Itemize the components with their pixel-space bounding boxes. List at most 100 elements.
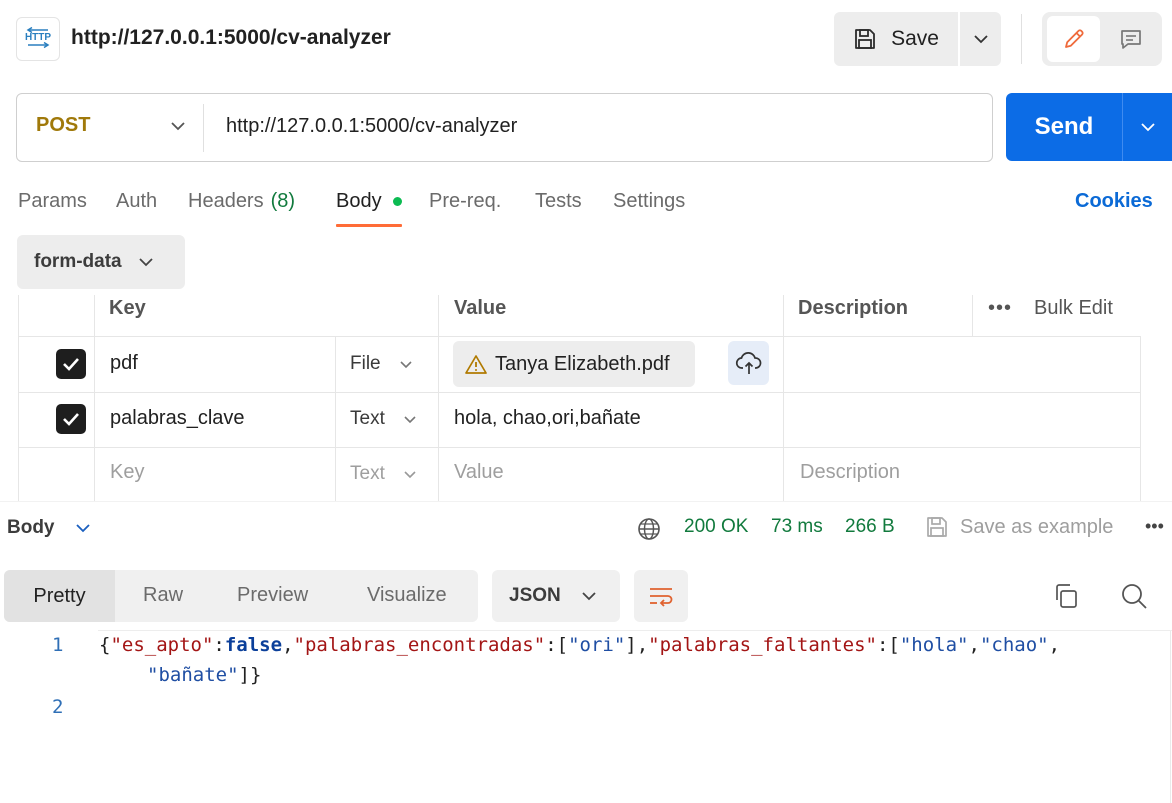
tab-settings[interactable]: Settings: [613, 190, 685, 213]
tab-params[interactable]: Params: [18, 190, 87, 213]
new-type-label: Text: [350, 463, 385, 484]
table-border: [972, 295, 973, 336]
json-key: "palabras_encontradas": [293, 634, 546, 656]
new-key-input[interactable]: Key: [110, 461, 144, 484]
active-tab-underline: [336, 224, 402, 227]
more-options-icon[interactable]: •••: [1145, 516, 1164, 537]
json-punct: ,: [282, 634, 294, 656]
new-value-input[interactable]: Value: [454, 461, 504, 484]
send-options-button[interactable]: [1123, 93, 1172, 161]
language-label: JSON: [509, 585, 561, 606]
header-divider: [1021, 14, 1022, 64]
tab-tests[interactable]: Tests: [535, 190, 582, 213]
json-punct: :[: [545, 634, 569, 656]
row-value[interactable]: hola, chao,ori,bañate: [454, 407, 641, 430]
file-chip[interactable]: Tanya Elizabeth.pdf: [453, 341, 695, 387]
json-punct: ],: [625, 634, 649, 656]
code-top-border: [98, 630, 1172, 631]
checkmark-icon: [63, 358, 79, 371]
response-size[interactable]: 266 B: [845, 516, 895, 538]
json-string: "ori": [568, 634, 626, 656]
new-description-input[interactable]: Description: [800, 461, 900, 484]
table-border: [1140, 336, 1141, 501]
globe-icon[interactable]: [637, 517, 661, 546]
row-type-label: Text: [350, 408, 385, 429]
body-indicator-dot: [393, 197, 402, 206]
request-title[interactable]: http://127.0.0.1:5000/cv-analyzer: [71, 26, 391, 50]
save-icon: [925, 515, 949, 544]
save-as-example-button[interactable]: Save as example: [960, 516, 1113, 539]
send-button[interactable]: Send: [1006, 93, 1122, 161]
wrap-lines-button[interactable]: [634, 570, 688, 622]
checkmark-icon: [63, 413, 79, 426]
wrap-lines-icon: [650, 588, 673, 607]
http-request-icon: HTTP: [16, 17, 60, 61]
json-string: "bañate": [147, 664, 239, 686]
upload-button[interactable]: [728, 341, 769, 385]
save-options-button[interactable]: [960, 12, 1001, 66]
view-raw-tab[interactable]: Raw: [143, 584, 183, 607]
json-key: "palabras_faltantes": [648, 634, 877, 656]
code-line-1[interactable]: {"es_apto":false,"palabras_encontradas":…: [99, 634, 1060, 656]
json-string: "hola": [899, 634, 969, 656]
warning-icon: [465, 355, 487, 374]
scrollbar-track[interactable]: [1170, 630, 1171, 803]
tab-headers[interactable]: Headers (8): [188, 190, 295, 213]
view-visualize-tab[interactable]: Visualize: [367, 584, 447, 607]
column-header-value: Value: [454, 297, 507, 319]
url-divider: [203, 104, 204, 152]
code-line-1-wrap[interactable]: "bañate"]}: [147, 664, 261, 686]
method-select[interactable]: POST: [36, 114, 186, 137]
tab-headers-label: Headers: [188, 190, 264, 212]
edit-mode-button[interactable]: [1047, 16, 1100, 62]
row-type-select[interactable]: File: [350, 353, 413, 375]
chevron-down-icon: [171, 121, 185, 130]
copy-icon[interactable]: [1053, 583, 1079, 614]
line-number: 1: [52, 634, 64, 656]
comments-mode-button[interactable]: [1104, 16, 1157, 62]
response-section-label: Body: [7, 517, 55, 538]
json-boolean: false: [224, 634, 283, 656]
body-mode-label: form-data: [34, 251, 122, 272]
row-checkbox[interactable]: [56, 349, 86, 379]
headers-count: (8): [270, 190, 296, 212]
chevron-down-icon: [75, 524, 90, 533]
response-time[interactable]: 73 ms: [771, 516, 823, 538]
body-mode-select[interactable]: form-data: [17, 235, 185, 289]
row-key[interactable]: palabras_clave: [110, 407, 245, 430]
new-type-select[interactable]: Text: [350, 463, 417, 485]
line-number: 2: [52, 696, 64, 718]
bulk-edit-button[interactable]: Bulk Edit: [1034, 297, 1113, 320]
language-select[interactable]: JSON: [492, 570, 620, 622]
json-punct: ,: [1048, 634, 1061, 656]
tab-body[interactable]: Body: [336, 190, 382, 213]
json-punct: :[: [876, 634, 900, 656]
tab-auth[interactable]: Auth: [116, 190, 157, 213]
chevron-down-icon: [1140, 123, 1155, 132]
more-options-icon[interactable]: •••: [988, 297, 1012, 320]
table-border: [783, 295, 784, 501]
url-input[interactable]: http://127.0.0.1:5000/cv-analyzer: [226, 115, 517, 138]
json-punct: :: [213, 634, 225, 656]
table-border: [94, 295, 95, 501]
json-string: "chao": [979, 634, 1049, 656]
save-icon: [855, 29, 875, 49]
column-header-description: Description: [798, 297, 909, 319]
chevron-down-icon: [404, 415, 416, 423]
view-preview-tab[interactable]: Preview: [237, 584, 308, 607]
row-key[interactable]: pdf: [110, 352, 138, 375]
view-pretty-tab[interactable]: Pretty: [4, 570, 115, 622]
tab-prereq[interactable]: Pre-req.: [429, 190, 501, 213]
cookies-link[interactable]: Cookies: [1075, 190, 1153, 213]
save-label: Save: [891, 27, 939, 50]
comment-icon: [1120, 30, 1141, 49]
file-name: Tanya Elizabeth.pdf: [495, 352, 670, 375]
search-icon[interactable]: [1120, 582, 1148, 615]
status-code[interactable]: 200 OK: [684, 516, 748, 538]
row-type-select[interactable]: Text: [350, 408, 417, 430]
method-label: POST: [36, 114, 91, 136]
row-checkbox[interactable]: [56, 404, 86, 434]
json-punct: ,: [968, 634, 980, 656]
response-section-select[interactable]: Body: [7, 517, 91, 539]
save-button[interactable]: Save: [834, 12, 958, 66]
